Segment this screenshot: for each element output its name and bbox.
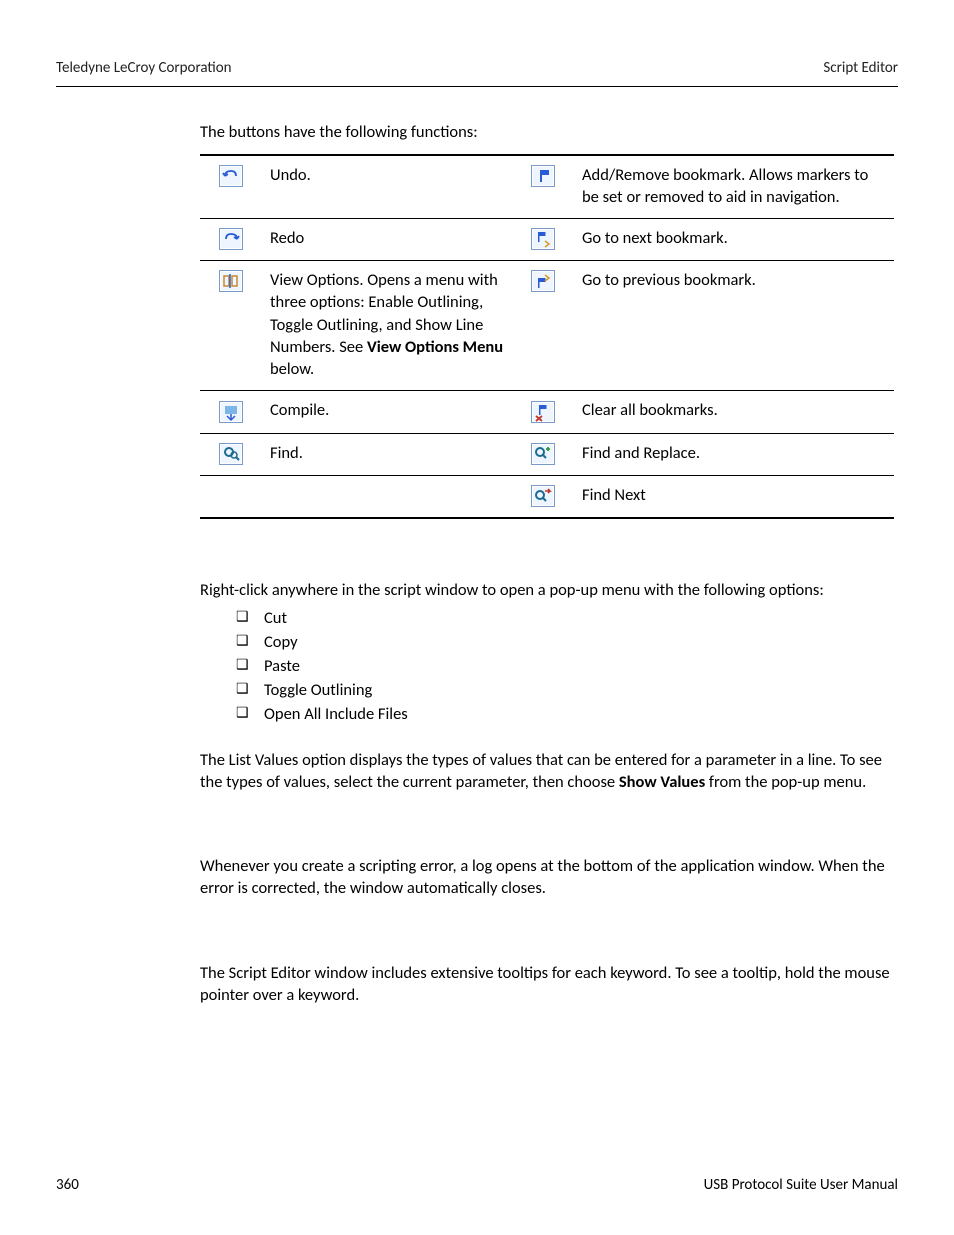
undo-icon xyxy=(219,165,243,187)
popup-intro-paragraph: Right-click anywhere in the script windo… xyxy=(200,579,894,601)
list-item: Copy xyxy=(236,631,894,655)
table-row: Undo. Add/Remove bookmark. Allows marker… xyxy=(200,155,894,219)
manual-title: USB Protocol Suite User Manual xyxy=(704,1175,898,1195)
table-row: View Options. Opens a menu with three op… xyxy=(200,261,894,391)
bookmark-next-icon xyxy=(531,228,555,250)
bookmark-toggle-icon xyxy=(531,165,555,187)
cell-desc: Find and Replace. xyxy=(574,433,894,475)
find-icon xyxy=(219,443,243,465)
list-item: Toggle Outlining xyxy=(236,679,894,703)
table-row: Find. Find and Replace. xyxy=(200,433,894,475)
popup-options-list: Cut Copy Paste Toggle Outlining Open All… xyxy=(236,607,894,727)
cell-desc: Redo xyxy=(262,219,512,261)
cell-desc: Go to previous bookmark. xyxy=(574,261,894,391)
page-header: Teledyne LeCroy Corporation Script Edito… xyxy=(56,58,898,78)
error-log-paragraph: Whenever you create a scripting error, a… xyxy=(200,855,894,900)
find-next-icon xyxy=(531,485,555,507)
list-values-paragraph: The List Values option displays the type… xyxy=(200,749,894,794)
cell-desc: View Options. Opens a menu with three op… xyxy=(262,261,512,391)
list-item: Cut xyxy=(236,607,894,631)
tooltips-paragraph: The Script Editor window includes extens… xyxy=(200,962,894,1007)
list-item: Open All Include Files xyxy=(236,703,894,727)
find-replace-icon xyxy=(531,443,555,465)
table-row: Redo Go to next bookmark. xyxy=(200,219,894,261)
table-intro: The buttons have the following functions… xyxy=(200,121,894,143)
cell-desc: Clear all bookmarks. xyxy=(574,391,894,433)
bookmark-clear-icon xyxy=(531,401,555,423)
page-footer: 360 USB Protocol Suite User Manual xyxy=(56,1175,898,1195)
cell-desc: Find Next xyxy=(574,475,894,518)
header-divider xyxy=(56,86,898,87)
cell-desc: Go to next bookmark. xyxy=(574,219,894,261)
bookmark-prev-icon xyxy=(531,270,555,292)
header-company: Teledyne LeCroy Corporation xyxy=(56,58,232,78)
cell-desc: Compile. xyxy=(262,391,512,433)
cell-desc: Find. xyxy=(262,433,512,475)
list-item: Paste xyxy=(236,655,894,679)
header-section: Script Editor xyxy=(823,58,898,78)
button-functions-table: Undo. Add/Remove bookmark. Allows marker… xyxy=(200,154,894,519)
table-row: Find Next xyxy=(200,475,894,518)
redo-icon xyxy=(219,228,243,250)
cell-desc: Undo. xyxy=(262,155,512,219)
cell-desc: Add/Remove bookmark. Allows markers to b… xyxy=(574,155,894,219)
page-number: 360 xyxy=(56,1175,79,1195)
compile-icon xyxy=(219,401,243,423)
cell-desc xyxy=(262,475,512,518)
view-options-icon xyxy=(219,270,243,292)
table-row: Compile. Clear all bookmarks. xyxy=(200,391,894,433)
